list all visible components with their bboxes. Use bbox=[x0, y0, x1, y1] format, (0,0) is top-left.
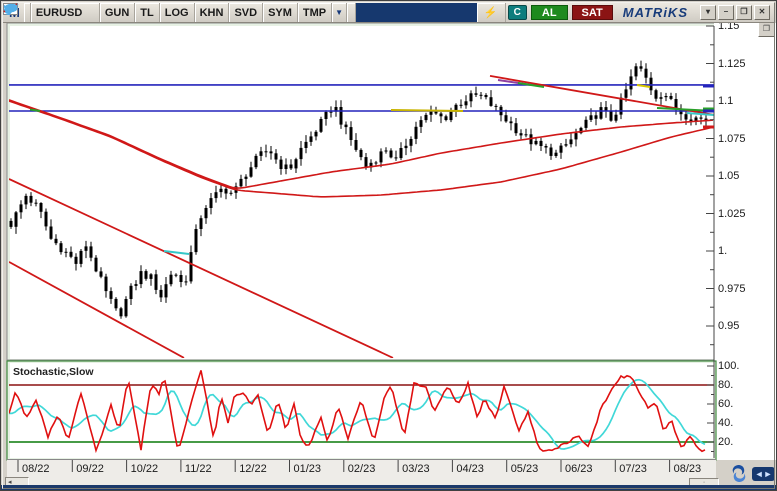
toolbar-button-sym[interactable]: SYM bbox=[263, 3, 298, 22]
symbol-label[interactable]: EURUSD bbox=[31, 3, 100, 22]
month-tick-label: 02/23 bbox=[348, 463, 376, 475]
price-chart-canvas[interactable] bbox=[1, 1, 777, 491]
price-tick-label: 1.025 bbox=[718, 208, 746, 220]
stoch-tick-label: 80. bbox=[718, 379, 733, 391]
stoch-tick-label: 60. bbox=[718, 398, 733, 410]
price-tick-label: 0.975 bbox=[718, 283, 746, 295]
price-tick-label: 1.05 bbox=[718, 170, 739, 182]
toolbar-button-khn[interactable]: KHN bbox=[195, 3, 230, 22]
price-tick-label: 0.95 bbox=[718, 320, 739, 332]
axis-background bbox=[714, 23, 777, 460]
month-tick-label: 10/22 bbox=[131, 463, 159, 475]
price-tick-label: 1.1 bbox=[718, 95, 733, 107]
month-tick-label: 08/22 bbox=[22, 463, 50, 475]
chart-type-icon[interactable] bbox=[24, 3, 31, 22]
restore-button[interactable]: ❐ bbox=[736, 5, 752, 20]
toolbar-buttons: GUNTLLOGKHNSVDSYMTMP bbox=[100, 3, 332, 22]
month-tick-label: 03/23 bbox=[402, 463, 430, 475]
toolbar-button-log[interactable]: LOG bbox=[160, 3, 195, 22]
window-bottom-edge bbox=[1, 485, 777, 490]
toolbar-button-gun[interactable]: GUN bbox=[100, 3, 135, 22]
stoch-plot-background[interactable] bbox=[10, 363, 714, 458]
toolbar-button-tl[interactable]: TL bbox=[135, 3, 159, 22]
month-tick-label: 01/23 bbox=[294, 463, 322, 475]
stoch-tick-label: 20. bbox=[718, 436, 733, 448]
window-controls: ▾–❐✕ bbox=[696, 3, 774, 22]
dropdown-button[interactable]: ▾ bbox=[700, 5, 716, 20]
toolbar-button-svd[interactable]: SVD bbox=[229, 3, 263, 22]
price-tick-label: 1.075 bbox=[718, 133, 746, 145]
toolbar-button-tmp[interactable]: TMP bbox=[298, 3, 332, 22]
buy-button[interactable]: AL bbox=[531, 5, 568, 20]
minimize-button[interactable]: – bbox=[718, 5, 734, 20]
sell-button[interactable]: SAT bbox=[572, 5, 613, 20]
month-tick-label: 06/23 bbox=[565, 463, 593, 475]
month-tick-label: 04/23 bbox=[456, 463, 484, 475]
panel-restore-button[interactable]: ❐ bbox=[758, 22, 775, 37]
stoch-tick-label: 100. bbox=[718, 360, 739, 372]
accent-mark bbox=[391, 110, 463, 111]
c-button[interactable]: C bbox=[508, 5, 527, 20]
price-tick-label: 1. bbox=[718, 245, 727, 257]
chevron-down-icon[interactable]: ▼ bbox=[332, 3, 347, 22]
month-tick-label: 08/23 bbox=[674, 463, 702, 475]
month-tick-label: 05/23 bbox=[511, 463, 539, 475]
month-tick-label: 07/23 bbox=[619, 463, 647, 475]
matriks-swirl-icon[interactable] bbox=[728, 463, 750, 484]
stoch-tick-label: 40. bbox=[718, 417, 733, 429]
twitter-bird-icon bbox=[3, 3, 19, 15]
indicator-label: Stochastic,Slow bbox=[13, 366, 94, 378]
chart-window: M EURUSD GUNTLLOGKHNSVDSYMTMP ▼ ⚡ C AL S… bbox=[0, 0, 777, 491]
titlebar-spacer bbox=[356, 3, 477, 22]
chart-nav-arrows[interactable]: ◄► bbox=[752, 467, 775, 481]
close-button[interactable]: ✕ bbox=[754, 5, 770, 20]
month-tick-label: 09/22 bbox=[76, 463, 104, 475]
twitter-icon[interactable] bbox=[347, 3, 356, 22]
price-tick-label: 1.125 bbox=[718, 58, 746, 70]
matriks-brand: MATRiKS bbox=[615, 3, 696, 22]
month-tick-label: 11/22 bbox=[185, 463, 212, 475]
flash-button[interactable]: ⚡ bbox=[477, 3, 506, 22]
month-tick-label: 12/22 bbox=[239, 463, 267, 475]
toolbar: M EURUSD GUNTLLOGKHNSVDSYMTMP ▼ ⚡ C AL S… bbox=[3, 3, 774, 23]
